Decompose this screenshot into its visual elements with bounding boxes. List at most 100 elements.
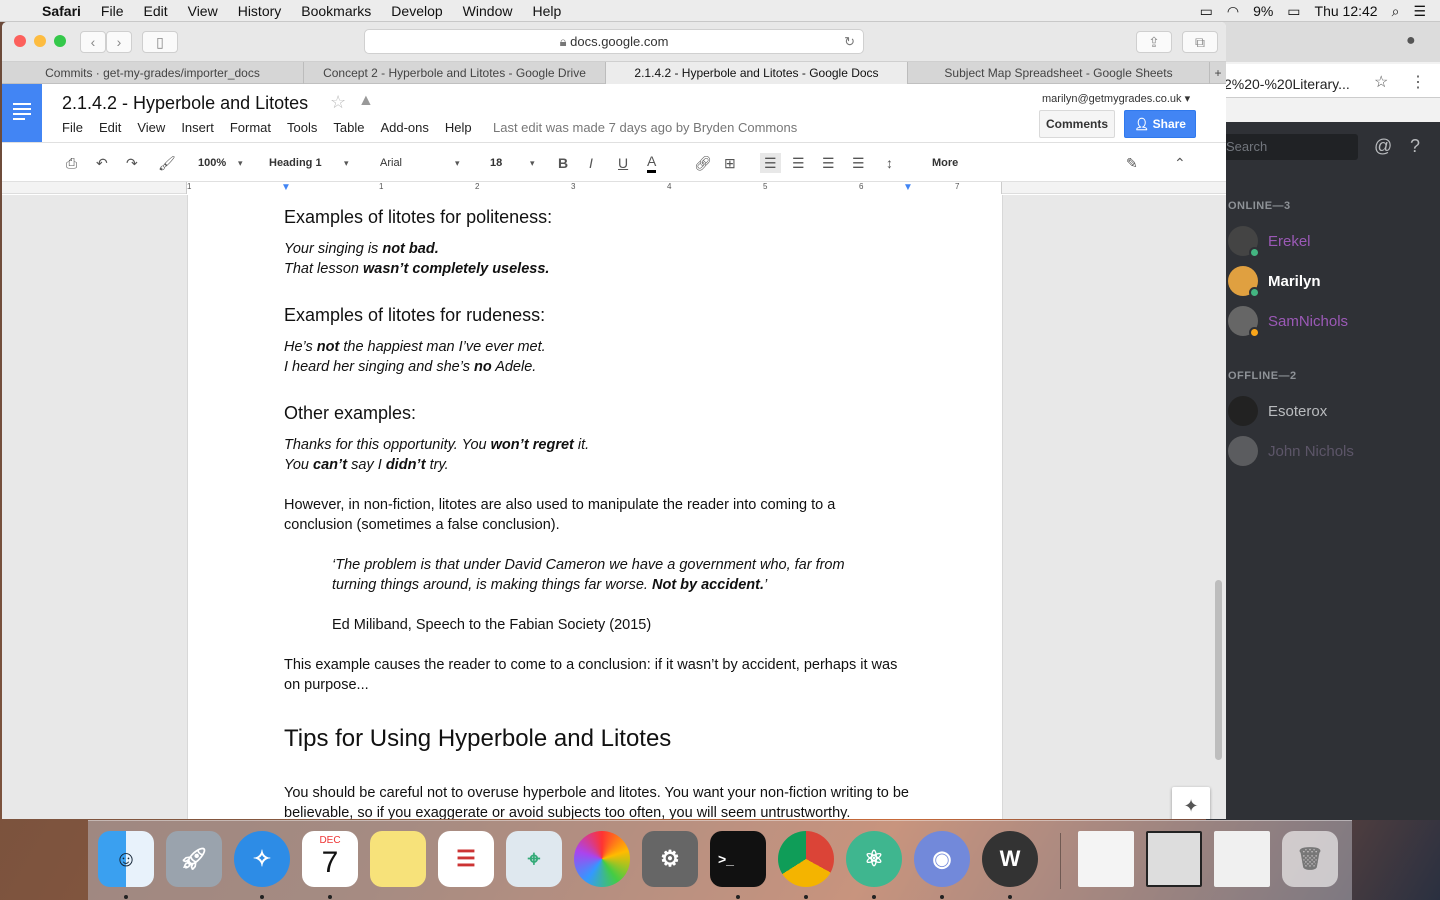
member-erekel[interactable]: Erekel: [1228, 226, 1311, 258]
tab-drive[interactable]: Concept 2 - Hyperbole and Litotes - Goog…: [304, 62, 606, 84]
menu-bookmarks[interactable]: Bookmarks: [291, 0, 381, 22]
help-icon[interactable]: ?: [1410, 136, 1420, 157]
back-button[interactable]: ‹: [80, 31, 106, 53]
member-marilyn[interactable]: Marilyn: [1228, 266, 1321, 298]
menu-app-name[interactable]: Safari: [32, 0, 91, 22]
vertical-scrollbar[interactable]: [1215, 580, 1222, 760]
battery-icon[interactable]: ▭: [1287, 3, 1300, 20]
atom-icon[interactable]: ⚛: [846, 831, 902, 887]
menu-history[interactable]: History: [228, 0, 292, 22]
close-button[interactable]: [14, 35, 26, 47]
star-icon[interactable]: ☆: [330, 92, 346, 113]
minimize-button[interactable]: [34, 35, 46, 47]
zoom-select[interactable]: 100%: [198, 153, 226, 173]
align-left-icon[interactable]: ☰: [760, 153, 781, 173]
tab-commits[interactable]: Commits · get-my-grades/importer_docs: [2, 62, 304, 84]
explore-button[interactable]: ✦: [1172, 787, 1210, 819]
account-email[interactable]: marilyn@getmygrades.co.uk ▾: [1042, 92, 1190, 105]
minimized-window-thumbnail[interactable]: [1214, 831, 1270, 887]
docs-menu-format[interactable]: Format: [230, 120, 271, 135]
share-button[interactable]: 👤︎ Share: [1124, 110, 1196, 138]
chrome-menu-icon[interactable]: ⋮: [1410, 72, 1426, 92]
redo-icon[interactable]: ↷: [126, 153, 138, 173]
discord-search-input[interactable]: Search: [1218, 134, 1358, 160]
menu-develop[interactable]: Develop: [381, 0, 452, 22]
font-select[interactable]: Arial: [380, 153, 402, 173]
finder-icon[interactable]: ☺: [98, 831, 154, 887]
align-center-icon[interactable]: ☰: [792, 153, 805, 173]
italic-icon[interactable]: I: [589, 153, 593, 173]
forward-button[interactable]: ›: [106, 31, 132, 53]
discord-icon[interactable]: ◉: [914, 831, 970, 887]
docs-menu-insert[interactable]: Insert: [181, 120, 214, 135]
photos-icon[interactable]: [574, 831, 630, 887]
tab-docs[interactable]: 2.1.4.2 - Hyperbole and Litotes - Google…: [606, 62, 908, 84]
docs-menu-file[interactable]: File: [62, 120, 83, 135]
menu-view[interactable]: View: [178, 0, 228, 22]
docs-menu-help[interactable]: Help: [445, 120, 472, 135]
docs-menu-edit[interactable]: Edit: [99, 120, 121, 135]
docs-menu-view[interactable]: View: [137, 120, 165, 135]
align-right-icon[interactable]: ☰: [822, 153, 835, 173]
mention-icon[interactable]: @: [1374, 136, 1392, 157]
system-preferences-icon[interactable]: ⚙: [642, 831, 698, 887]
notification-center-icon[interactable]: ☰: [1413, 3, 1426, 20]
chrome-icon[interactable]: [778, 831, 834, 887]
link-icon[interactable]: 🔗︎: [694, 153, 712, 173]
spotlight-icon[interactable]: ⌕: [1392, 3, 1400, 20]
notes-icon[interactable]: [370, 831, 426, 887]
add-comment-icon[interactable]: ⊞: [724, 153, 736, 173]
member-john-nichols[interactable]: John Nichols: [1228, 436, 1354, 466]
menu-help[interactable]: Help: [522, 0, 571, 22]
underline-icon[interactable]: U: [618, 153, 628, 173]
docs-menu-tools[interactable]: Tools: [287, 120, 317, 135]
menu-window[interactable]: Window: [453, 0, 523, 22]
launchpad-icon[interactable]: 🚀︎: [166, 831, 222, 887]
safari-icon[interactable]: ✧: [234, 831, 290, 887]
chrome-address-bar[interactable]: 2%20-%20Literary... ☆ ⋮: [1206, 64, 1440, 98]
wifi-icon[interactable]: ◠: [1227, 3, 1239, 20]
font-size-select[interactable]: 18: [490, 153, 502, 173]
bookmark-star-icon[interactable]: ☆: [1374, 72, 1388, 92]
style-select[interactable]: Heading 1: [269, 153, 322, 173]
menu-edit[interactable]: Edit: [133, 0, 177, 22]
last-edit-link[interactable]: Last edit was made 7 days ago by Bryden …: [493, 120, 797, 135]
reload-icon[interactable]: ↻: [844, 30, 855, 54]
terminal-icon[interactable]: >_: [710, 831, 766, 887]
print-icon[interactable]: ⎙: [66, 153, 77, 173]
editing-mode-icon[interactable]: ✎: [1126, 153, 1138, 173]
maps-icon[interactable]: ⌖: [506, 831, 562, 887]
justify-icon[interactable]: ☰: [852, 153, 865, 173]
url-field[interactable]: 🔒︎ docs.google.com ↻: [364, 29, 864, 54]
document-title[interactable]: 2.1.4.2 - Hyperbole and Litotes: [62, 93, 308, 114]
document-page[interactable]: Examples of litotes for politeness: Your…: [187, 195, 1003, 819]
calendar-icon[interactable]: DEC 7: [302, 831, 358, 887]
ruler[interactable]: 1 1 2 3 4 5 6 7 ▼ ▼: [2, 182, 1226, 194]
menu-file[interactable]: File: [91, 0, 134, 22]
sidebar-toggle-icon[interactable]: ▯: [142, 31, 178, 53]
battery-percent[interactable]: 9%: [1253, 3, 1273, 19]
docs-menu-table[interactable]: Table: [333, 120, 364, 135]
trash-icon[interactable]: 🗑︎: [1282, 831, 1338, 887]
clock[interactable]: Thu 12:42: [1315, 3, 1378, 19]
tabs-overview-icon[interactable]: ⧉: [1182, 31, 1218, 53]
right-indent-marker[interactable]: ▼: [903, 182, 913, 193]
line-spacing-icon[interactable]: ↕: [886, 153, 893, 173]
bold-icon[interactable]: B: [558, 153, 568, 173]
text-color-icon[interactable]: A: [647, 153, 657, 173]
comments-button[interactable]: Comments: [1039, 110, 1115, 138]
member-esoterox[interactable]: Esoterox: [1228, 396, 1327, 426]
drive-folder-icon[interactable]: ▲: [358, 92, 374, 110]
left-indent-marker[interactable]: ▼: [281, 182, 291, 193]
paint-format-icon[interactable]: 🖌︎: [158, 153, 176, 173]
chrome-profile-icon[interactable]: ●: [1406, 32, 1416, 50]
more-button[interactable]: More: [932, 153, 958, 173]
minimized-window-thumbnail[interactable]: [1078, 831, 1134, 887]
zoom-button[interactable]: [54, 35, 66, 47]
airplay-icon[interactable]: ▭: [1200, 3, 1213, 20]
undo-icon[interactable]: ↶: [96, 153, 108, 173]
w-app-icon[interactable]: W: [982, 831, 1038, 887]
share-icon[interactable]: ⇪: [1136, 31, 1172, 53]
docs-menu-addons[interactable]: Add-ons: [380, 120, 428, 135]
collapse-menus-icon[interactable]: ⌃: [1174, 153, 1186, 173]
